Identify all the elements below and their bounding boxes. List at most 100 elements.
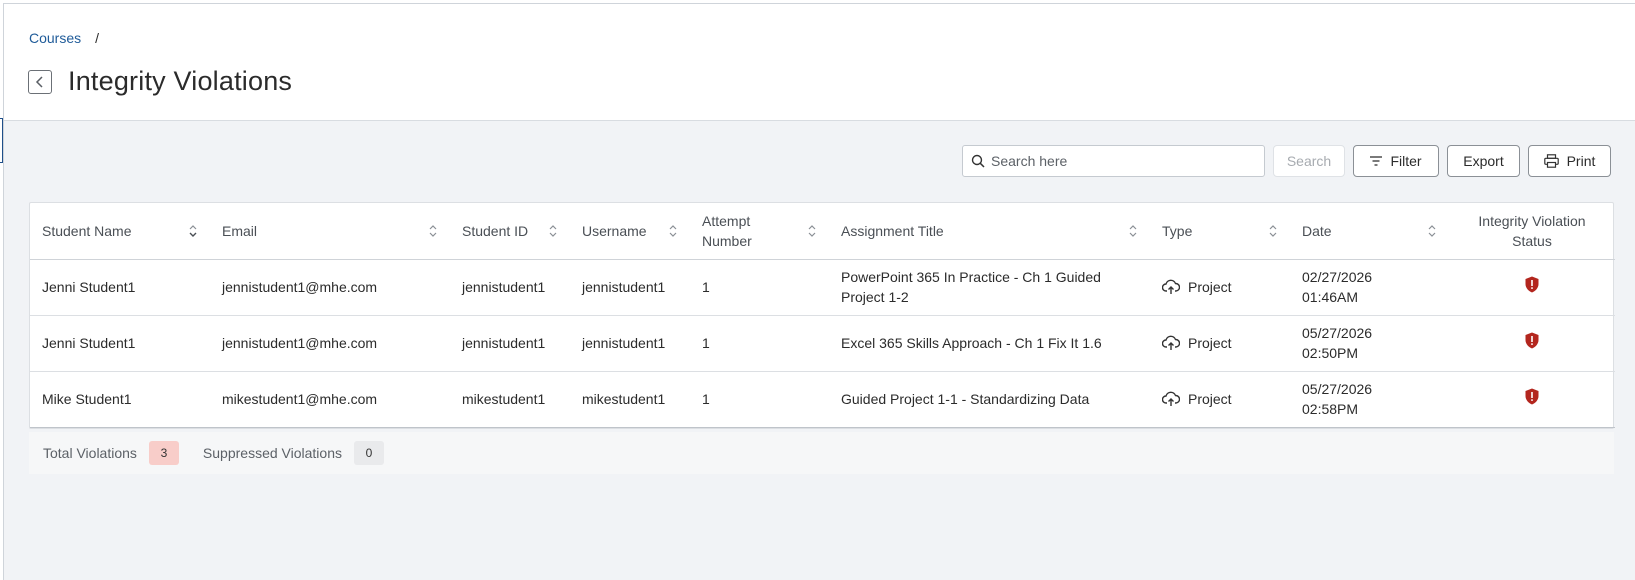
print-button[interactable]: Print <box>1528 145 1611 177</box>
time-value: 02:58PM <box>1302 401 1359 417</box>
column-header-username[interactable]: Username <box>570 203 690 260</box>
header-label: Email <box>222 222 258 239</box>
violations-summary: Total Violations 3 Suppressed Violations… <box>29 432 1614 474</box>
column-header-assignment-title[interactable]: Assignment Title <box>829 203 1150 260</box>
search-box <box>962 145 1265 177</box>
cell-date: 05/27/2026 02:50PM <box>1290 315 1449 372</box>
search-button[interactable]: Search <box>1273 145 1345 177</box>
page-title: Integrity Violations <box>68 66 293 96</box>
toolbar: Search Filter Export Print <box>962 145 1611 177</box>
cell-student-name: Mike Student1 <box>30 371 210 428</box>
header-label: Student Name <box>42 222 132 239</box>
cell-date: 05/27/2026 02:58PM <box>1290 371 1449 428</box>
header-label: Username <box>582 222 647 239</box>
header-label-line1: Attempt <box>702 212 751 229</box>
chevron-left-icon <box>35 75 43 88</box>
side-focus-mark <box>0 118 3 163</box>
header-label: Student ID <box>462 222 529 239</box>
time-value: 01:46AM <box>1302 289 1359 305</box>
cell-email: mikestudent1@mhe.com <box>210 371 450 428</box>
cloud-upload-icon <box>1162 335 1180 350</box>
cell-attempt: 1 <box>690 315 829 372</box>
cell-username: jennistudent1 <box>570 315 690 372</box>
table-row: Jenni Student1 jennistudent1@mhe.com jen… <box>30 259 1615 316</box>
header-label-line2: Status <box>1512 232 1552 249</box>
total-violations-badge: 3 <box>148 441 179 465</box>
total-violations-label: Total Violations <box>43 445 137 461</box>
sort-icon[interactable] <box>807 223 817 239</box>
column-header-student-id[interactable]: Student ID <box>450 203 570 260</box>
cell-username: mikestudent1 <box>570 371 690 428</box>
date-value: 02/27/2026 <box>1302 269 1373 285</box>
cell-type: Project <box>1150 371 1290 428</box>
sort-icon[interactable] <box>428 223 438 239</box>
page-frame: Courses / Integrity Violations Search Fi… <box>3 3 1635 580</box>
breadcrumb: Courses / <box>29 30 99 46</box>
column-header-email[interactable]: Email <box>210 203 450 260</box>
column-header-attempt-number[interactable]: Attempt Number <box>690 203 829 260</box>
cell-email: jennistudent1@mhe.com <box>210 315 450 372</box>
header-label: Date <box>1302 222 1332 239</box>
filter-button[interactable]: Filter <box>1353 145 1439 177</box>
cell-attempt: 1 <box>690 371 829 428</box>
cell-integrity-status <box>1449 371 1615 428</box>
suppressed-violations-label: Suppressed Violations <box>202 445 342 461</box>
column-header-type[interactable]: Type <box>1150 203 1290 260</box>
time-value: 02:50PM <box>1302 345 1359 361</box>
column-header-student-name[interactable]: Student Name <box>30 203 210 260</box>
cell-type: Project <box>1150 315 1290 372</box>
table-header-row: Student Name Email Student ID Username A… <box>30 203 1615 260</box>
title-row: Integrity Violations <box>28 66 292 97</box>
cell-assignment-title: Guided Project 1-1 - Standardizing Data <box>829 371 1150 428</box>
header-label: Type <box>1162 222 1193 239</box>
page-header: Courses / Integrity Violations <box>4 4 1635 121</box>
cell-date: 02/27/2026 01:46AM <box>1290 259 1449 316</box>
cell-student-id: mikestudent1 <box>450 371 570 428</box>
export-button[interactable]: Export <box>1447 145 1520 177</box>
header-label-line1: Integrity Violation <box>1478 212 1586 229</box>
cell-email: jennistudent1@mhe.com <box>210 259 450 316</box>
cell-assignment-title: Excel 365 Skills Approach - Ch 1 Fix It … <box>829 315 1150 372</box>
search-icon <box>971 154 985 168</box>
table-row: Jenni Student1 jennistudent1@mhe.com jen… <box>30 315 1615 372</box>
type-label: Project <box>1188 335 1232 351</box>
sort-icon[interactable] <box>548 223 558 239</box>
cell-attempt: 1 <box>690 259 829 316</box>
cell-student-name: Jenni Student1 <box>30 259 210 316</box>
header-label: Assignment Title <box>841 222 944 239</box>
cloud-upload-icon <box>1162 391 1180 406</box>
column-header-integrity-status: Integrity Violation Status <box>1449 203 1615 260</box>
breadcrumb-courses-link[interactable]: Courses <box>29 30 81 46</box>
violations-table: Student Name Email Student ID Username A… <box>29 202 1615 429</box>
type-label: Project <box>1188 391 1232 407</box>
filter-button-label: Filter <box>1390 153 1422 169</box>
sort-icon[interactable] <box>1268 223 1278 239</box>
cloud-upload-icon <box>1162 279 1180 294</box>
back-button[interactable] <box>28 69 52 94</box>
print-button-label: Print <box>1566 153 1596 169</box>
cell-student-id: jennistudent1 <box>450 315 570 372</box>
cell-student-name: Jenni Student1 <box>30 315 210 372</box>
suppressed-violations-badge: 0 <box>353 441 384 465</box>
column-header-date[interactable]: Date <box>1290 203 1449 260</box>
filter-icon <box>1370 156 1383 166</box>
breadcrumb-separator: / <box>95 30 100 46</box>
sort-icon[interactable] <box>1427 223 1437 239</box>
table-row: Mike Student1 mikestudent1@mhe.com mikes… <box>30 371 1615 428</box>
cell-student-id: jennistudent1 <box>450 259 570 316</box>
search-input[interactable] <box>991 153 1261 169</box>
type-label: Project <box>1188 279 1232 295</box>
sort-icon[interactable] <box>1128 223 1138 239</box>
print-icon <box>1543 154 1559 168</box>
cell-integrity-status <box>1449 315 1615 372</box>
shield-alert-icon[interactable] <box>1525 388 1539 405</box>
sort-icon[interactable] <box>188 223 198 239</box>
cell-username: jennistudent1 <box>570 259 690 316</box>
shield-alert-icon[interactable] <box>1525 332 1539 349</box>
sort-icon[interactable] <box>668 223 678 239</box>
date-value: 05/27/2026 <box>1302 381 1373 397</box>
cell-type: Project <box>1150 259 1290 316</box>
cell-integrity-status <box>1449 259 1615 316</box>
shield-alert-icon[interactable] <box>1525 276 1539 293</box>
date-value: 05/27/2026 <box>1302 325 1373 341</box>
